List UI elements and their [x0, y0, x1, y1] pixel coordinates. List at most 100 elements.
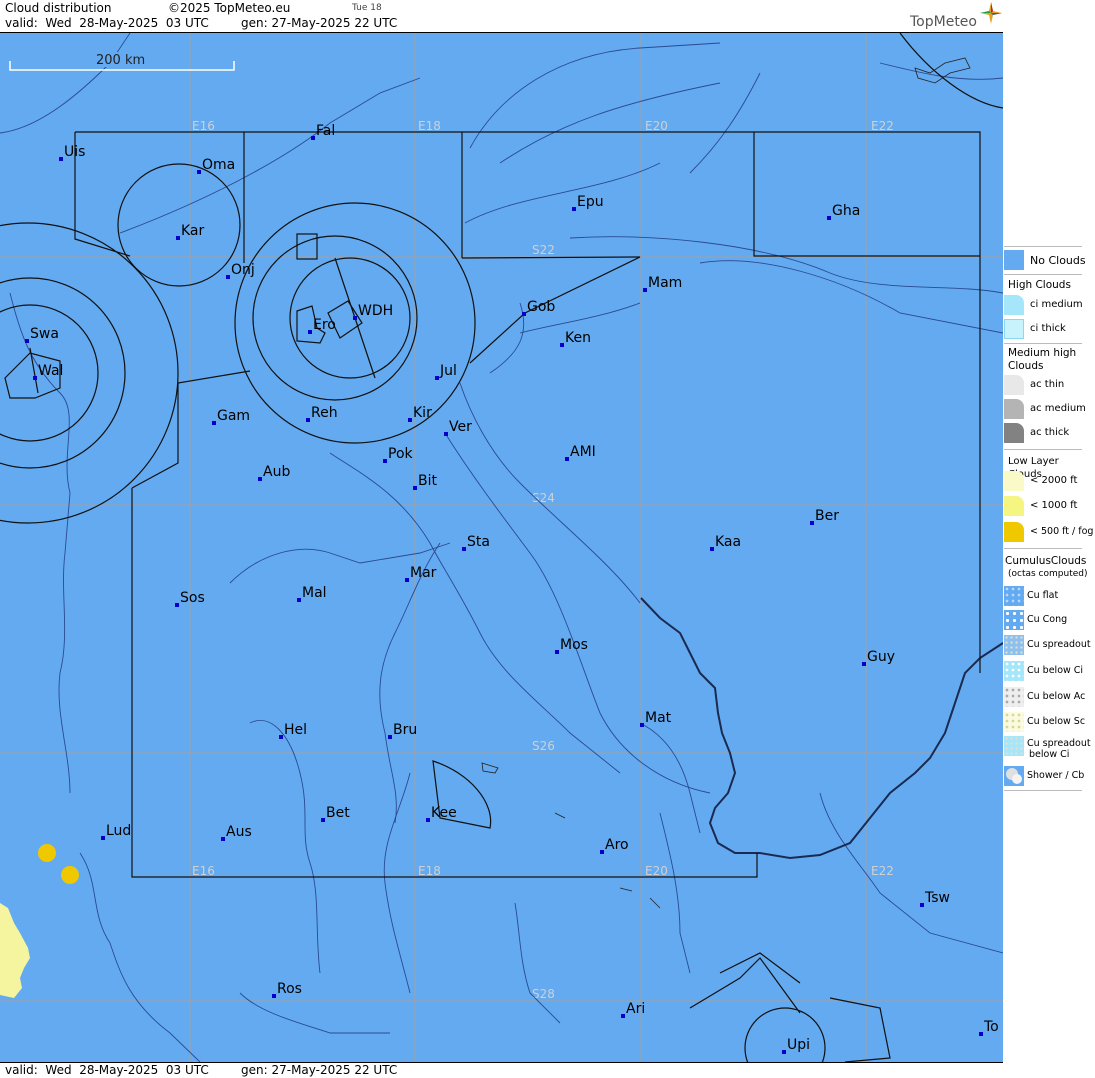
grid-label-e20-top: E20 [645, 119, 668, 133]
grid-label-s26: S26 [532, 739, 555, 753]
cu-flat-swatch [1004, 586, 1024, 606]
place-marker-kar [176, 236, 180, 240]
place-label-gob: Gob [527, 299, 555, 315]
legend-cumulus-heading: CumulusClouds [1005, 555, 1087, 567]
place-marker-wdh [353, 316, 357, 320]
place-marker-mal [297, 598, 301, 602]
place-marker-mat [640, 723, 644, 727]
place-marker-sta [462, 547, 466, 551]
scale-label: 200 km [96, 53, 145, 68]
ac-medium-swatch [1004, 399, 1024, 419]
place-marker-lud [101, 836, 105, 840]
place-label-ken: Ken [565, 330, 591, 346]
place-label-bet: Bet [326, 805, 350, 821]
place-marker-kir [408, 418, 412, 422]
place-label-aub: Aub [263, 464, 290, 480]
place-marker-ros [272, 994, 276, 998]
cu-below-ci-swatch [1004, 661, 1024, 681]
copyright-text: ©2025 TopMeteo.eu [168, 1, 291, 15]
place-label-lud: Lud [106, 823, 131, 839]
cu-spreadout-swatch [1004, 635, 1024, 655]
valid-time: valid: Wed 28-May-2025 03 UTC [5, 16, 209, 30]
place-marker-ver [444, 432, 448, 436]
legend-cu-below-ci: Cu below Ci [1004, 661, 1084, 683]
place-marker-wal [33, 376, 37, 380]
legend-cu-below-sc: Cu below Sc [1004, 712, 1085, 734]
place-label-kee: Kee [431, 805, 457, 821]
legend-no-clouds: No Clouds [1004, 250, 1086, 272]
place-marker-oma [197, 170, 201, 174]
place-label-ros: Ros [277, 981, 302, 997]
legend-cu-flat: Cu flat [1004, 586, 1084, 608]
place-label-reh: Reh [311, 405, 338, 421]
place-label-mal: Mal [302, 585, 327, 601]
cu-below-ac-swatch [1004, 687, 1024, 707]
place-marker-mar [405, 578, 409, 582]
map-footer: valid: Wed 28-May-2025 03 UTC gen: 27-Ma… [0, 1062, 1003, 1078]
place-label-uis: Uis [64, 144, 85, 160]
place-label-epu: Epu [577, 194, 604, 210]
grid-label-e22-bottom: E22 [871, 864, 894, 878]
place-marker-ari [621, 1014, 625, 1018]
place-label-fal: Fal [316, 123, 335, 139]
compass-star-icon [980, 2, 1002, 24]
place-label-guy: Guy [867, 649, 895, 665]
place-marker-jul [435, 376, 439, 380]
place-label-swa: Swa [30, 326, 59, 342]
legend-ac-thin: ac thin [1004, 375, 1084, 397]
cu-spreadout-below-ci-swatch [1004, 736, 1024, 756]
place-marker-sos [175, 603, 179, 607]
place-label-gha: Gha [832, 203, 860, 219]
grid-label-e16-bottom: E16 [192, 864, 215, 878]
place-label-hel: Hel [284, 722, 307, 738]
topmeteo-logo: TopMeteo [910, 14, 977, 30]
legend-cu-below-ac: Cu below Ac [1004, 687, 1085, 709]
ac-thin-swatch [1004, 375, 1024, 395]
place-label-bru: Bru [393, 722, 417, 738]
place-marker-ber [810, 521, 814, 525]
legend-cu-cong: Cu Cong [1004, 610, 1084, 632]
place-label-wdh: WDH [358, 303, 393, 319]
place-marker-mam [643, 288, 647, 292]
place-label-ari: Ari [626, 1001, 645, 1017]
cloud-distribution-map[interactable]: E16 E18 E20 E22 E16 E18 E20 E22 S22 S24 … [0, 33, 1003, 1062]
place-marker-gam [212, 421, 216, 425]
place-marker-onj [226, 275, 230, 279]
place-marker-reh [306, 418, 310, 422]
cu-cong-swatch [1004, 610, 1024, 630]
place-marker-ero [308, 330, 312, 334]
no-cloud-background [0, 33, 1003, 1062]
no-clouds-swatch [1004, 250, 1024, 270]
place-label-ver: Ver [449, 419, 472, 435]
place-label-mar: Mar [410, 565, 437, 581]
place-marker-kee [426, 818, 430, 822]
ac-thick-swatch [1004, 423, 1024, 443]
ci-thick-swatch [1004, 319, 1024, 339]
legend-cu-spreadout: Cu spreadout [1004, 635, 1091, 657]
place-label-sta: Sta [467, 534, 490, 550]
place-marker-aub [258, 477, 262, 481]
place-label-pok: Pok [388, 446, 414, 462]
low-1000-swatch [1004, 496, 1024, 516]
place-marker-aus [221, 837, 225, 841]
place-label-mat: Mat [645, 710, 672, 726]
place-marker-bru [388, 735, 392, 739]
place-marker-swa [25, 339, 29, 343]
place-marker-uis [59, 157, 63, 161]
shower-cb-swatch [1004, 766, 1024, 786]
place-label-gam: Gam [217, 408, 250, 424]
place-label-bit: Bit [418, 473, 437, 489]
legend-low-500: < 500 ft / fog [1004, 522, 1093, 544]
grid-label-e20-bottom: E20 [645, 864, 668, 878]
place-marker-kaa [710, 547, 714, 551]
grid-label-e16-top: E16 [192, 119, 215, 133]
legend-cumulus-subheading: (octas computed) [1008, 569, 1088, 579]
place-marker-to [979, 1032, 983, 1036]
map-title: Cloud distribution [5, 1, 112, 15]
low-2000-swatch [1004, 471, 1024, 491]
place-label-to: To [983, 1019, 999, 1035]
place-label-ami: AMI [570, 444, 596, 460]
place-label-aus: Aus [226, 824, 252, 840]
place-marker-mos [555, 650, 559, 654]
cu-below-sc-swatch [1004, 712, 1024, 732]
